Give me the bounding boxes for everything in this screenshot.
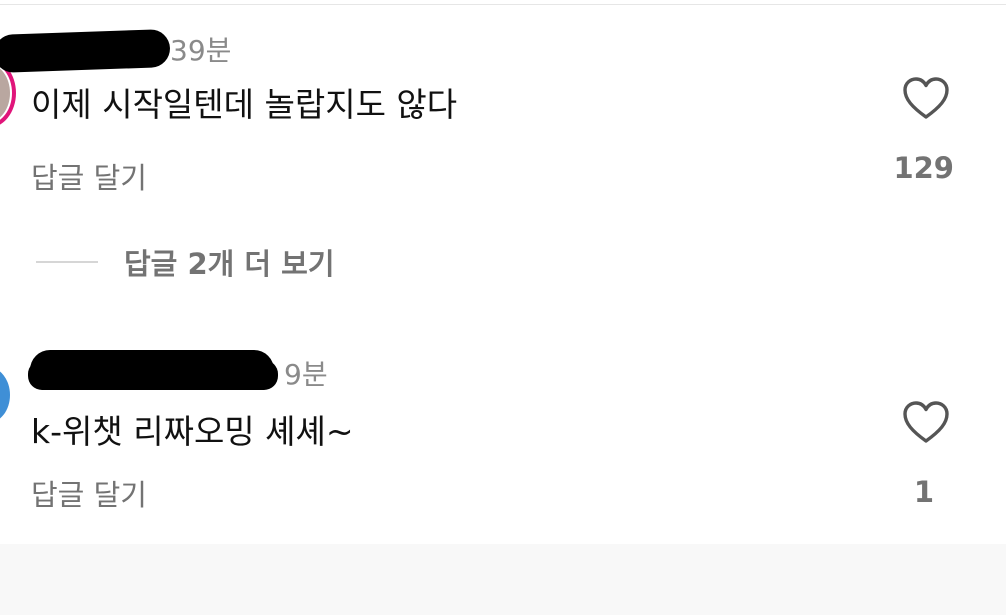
comment-time: 9분	[284, 358, 328, 391]
heart-outline-icon[interactable]	[902, 401, 950, 445]
reply-button[interactable]: 답글 달기	[31, 481, 147, 510]
comment-text: k-위챗 리짜오밍 셰셰~	[31, 412, 354, 451]
divider-line	[36, 261, 98, 263]
comments-panel: 39분 이제 시작일텐데 놀랍지도 않다 답글 달기 129 답글 2개 더 보…	[0, 0, 1006, 544]
heart-outline-icon[interactable]	[902, 77, 950, 121]
reply-button[interactable]: 답글 달기	[31, 164, 147, 193]
comment-time: 39분	[170, 34, 232, 67]
avatar[interactable]	[0, 367, 10, 423]
like-count: 129	[893, 151, 954, 185]
view-more-replies-label: 답글 2개 더 보기	[124, 247, 335, 281]
like-count: 1	[913, 475, 934, 509]
top-divider	[0, 4, 1006, 5]
redacted-username	[28, 360, 278, 390]
avatar-image	[0, 64, 10, 122]
comment-text: 이제 시작일텐데 놀랍지도 않다	[31, 85, 458, 124]
redacted-username	[0, 28, 171, 74]
view-more-replies-button[interactable]: 답글 2개 더 보기	[36, 244, 335, 281]
